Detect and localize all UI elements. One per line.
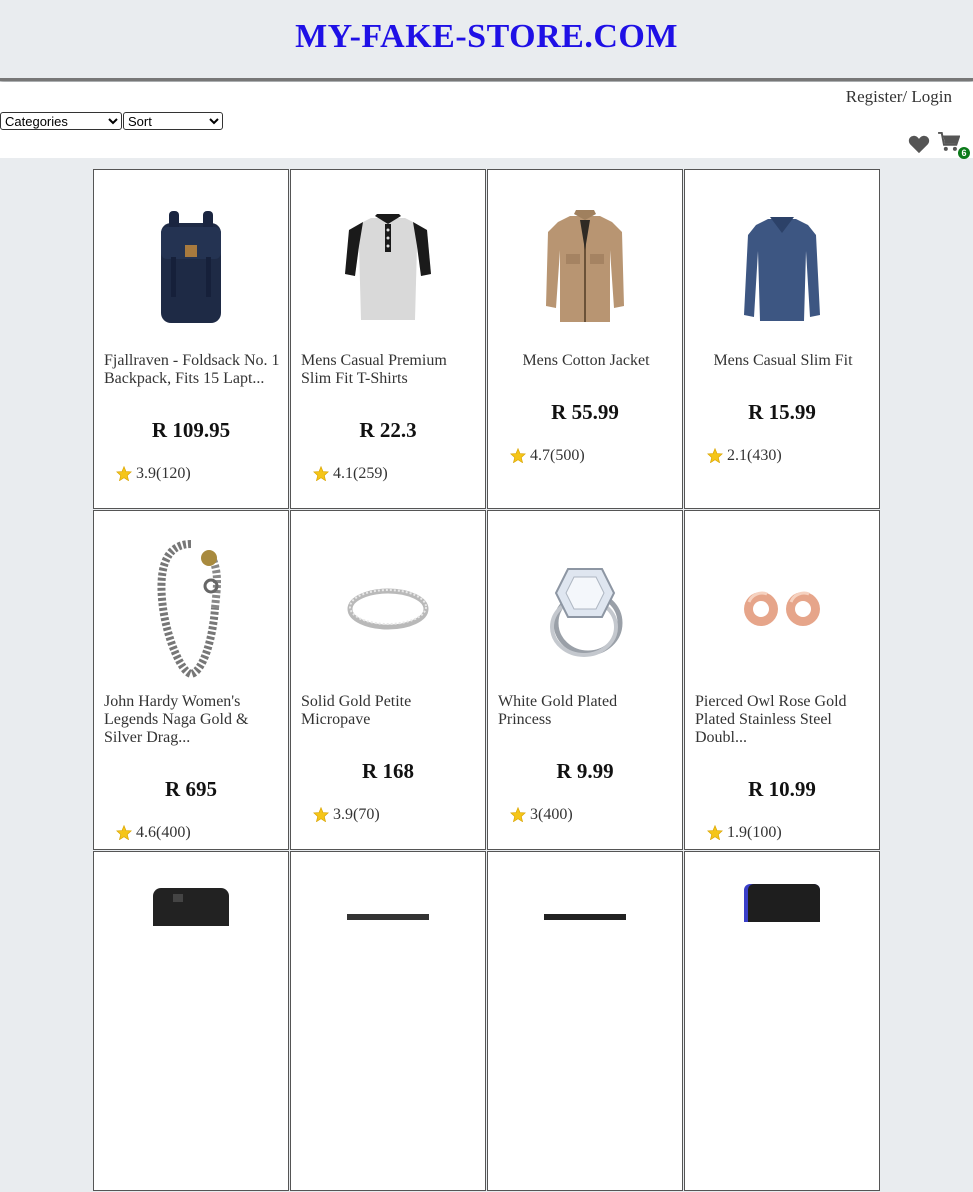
cart-count-badge: 6 [958, 147, 970, 159]
ssd-icon[interactable] [291, 912, 485, 922]
longsleeve-icon[interactable] [685, 188, 879, 348]
product-price: R 22.3 [359, 418, 417, 442]
hard-drive-icon[interactable] [94, 886, 288, 926]
rating-text: 4.1(259) [333, 465, 388, 482]
jacket-icon[interactable] [488, 188, 682, 348]
rating-text: 3.9(120) [136, 465, 191, 482]
rating-text: 3.9(70) [333, 806, 380, 823]
product-rating: 2.1(430) [707, 444, 782, 468]
product-card[interactable]: John Hardy Women's Legends Naga Gold & S… [93, 510, 289, 850]
product-title[interactable]: Solid Gold Petite Micropave [301, 693, 477, 729]
star-icon [313, 465, 329, 486]
toolbar: Register/ Login Categories Sort 6 [0, 82, 973, 159]
product-rating: 4.1(259) [313, 462, 388, 486]
product-title[interactable]: Mens Casual Slim Fit [695, 352, 871, 370]
star-icon [116, 465, 132, 486]
product-title[interactable]: Mens Cotton Jacket [498, 352, 674, 370]
product-title[interactable]: John Hardy Women's Legends Naga Gold & S… [104, 693, 280, 747]
ssd-icon[interactable] [488, 912, 682, 922]
rating-text: 3(400) [530, 806, 573, 823]
rating-text: 4.7(500) [530, 447, 585, 464]
star-icon [707, 447, 723, 468]
product-card[interactable] [487, 851, 683, 1191]
diamond-ring-icon[interactable] [488, 529, 682, 689]
product-title[interactable]: Fjallraven - Foldsack No. 1 Backpack, Fi… [104, 352, 280, 388]
product-card[interactable]: White Gold Plated Princess R 9.99 3(400) [487, 510, 683, 850]
filter-controls: Categories Sort [0, 112, 223, 131]
product-price: R 695 [165, 777, 217, 801]
categories-select[interactable]: Categories [0, 112, 122, 130]
product-card[interactable] [684, 851, 880, 1191]
product-price: R 55.99 [551, 400, 619, 424]
portable-drive-icon[interactable] [685, 882, 879, 922]
product-rating: 3(400) [510, 803, 573, 827]
product-card[interactable]: Mens Casual Slim Fit R 15.99 2.1(430) [684, 169, 880, 509]
product-rating: 1.9(100) [707, 821, 782, 845]
product-card[interactable]: Solid Gold Petite Micropave R 168 3.9(70… [290, 510, 486, 850]
star-icon [116, 824, 132, 845]
star-icon [313, 806, 329, 827]
product-card[interactable]: Fjallraven - Foldsack No. 1 Backpack, Fi… [93, 169, 289, 509]
backpack-icon[interactable] [94, 188, 288, 348]
product-price: R 109.95 [151, 418, 231, 442]
product-price: R 9.99 [556, 759, 614, 783]
product-card[interactable] [290, 851, 486, 1191]
login-link[interactable]: Login [911, 87, 952, 106]
ring-icon[interactable] [291, 529, 485, 689]
star-icon [510, 806, 526, 827]
product-rating: 3.9(70) [313, 803, 380, 827]
product-grid: Fjallraven - Foldsack No. 1 Backpack, Fi… [93, 169, 882, 1192]
product-card[interactable]: Mens Casual Premium Slim Fit T-Shirts R … [290, 169, 486, 509]
product-price: R 10.99 [748, 777, 816, 801]
product-title[interactable]: White Gold Plated Princess [498, 693, 674, 729]
sort-select[interactable]: Sort [123, 112, 223, 130]
register-link[interactable]: Register [846, 87, 903, 106]
product-title[interactable]: Pierced Owl Rose Gold Plated Stainless S… [695, 693, 871, 747]
star-icon [707, 824, 723, 845]
rating-text: 1.9(100) [727, 824, 782, 841]
site-logo[interactable]: MY-FAKE-STORE.COM [0, 18, 973, 56]
rating-text: 2.1(430) [727, 447, 782, 464]
auth-links: Register/ Login [846, 87, 952, 107]
earrings-icon[interactable] [685, 529, 879, 689]
product-title[interactable]: Mens Casual Premium Slim Fit T-Shirts [301, 352, 477, 388]
star-icon [510, 447, 526, 468]
rating-text: 4.6(400) [136, 824, 191, 841]
product-price: R 168 [362, 759, 414, 783]
product-rating: 4.7(500) [510, 444, 585, 468]
site-header: MY-FAKE-STORE.COM [0, 0, 973, 81]
auth-separator: / [902, 87, 908, 106]
product-card[interactable]: Mens Cotton Jacket R 55.99 4.7(500) [487, 169, 683, 509]
cart-icon[interactable] [938, 131, 961, 157]
bracelet-icon[interactable] [94, 529, 288, 689]
product-rating: 3.9(120) [116, 462, 191, 486]
tshirt-icon[interactable] [291, 188, 485, 348]
product-card[interactable]: Pierced Owl Rose Gold Plated Stainless S… [684, 510, 880, 850]
product-rating: 4.6(400) [116, 821, 191, 845]
product-card[interactable] [93, 851, 289, 1191]
product-price: R 15.99 [748, 400, 816, 424]
heart-icon[interactable] [908, 134, 930, 159]
